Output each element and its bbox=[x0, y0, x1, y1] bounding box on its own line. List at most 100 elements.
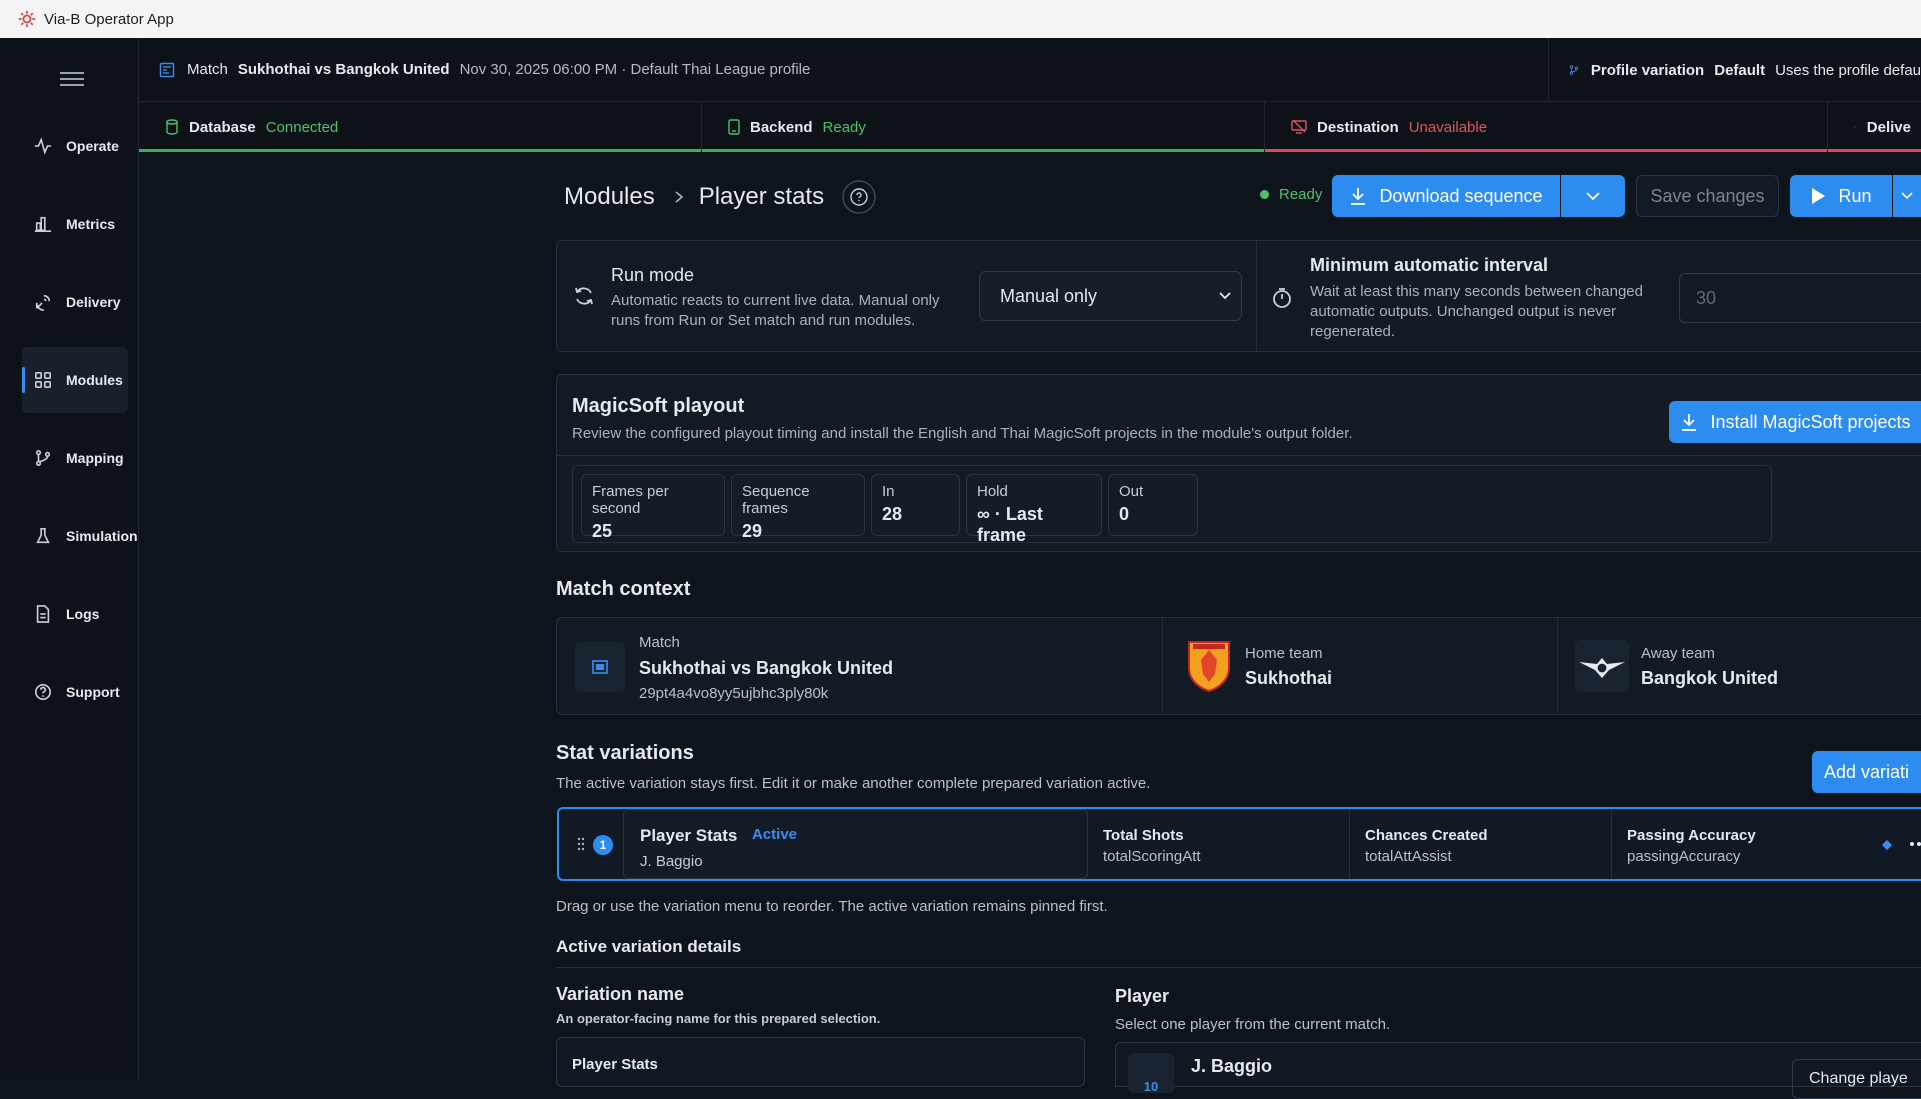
branch-icon bbox=[35, 449, 51, 467]
sidebar-item-label: Support bbox=[66, 684, 120, 700]
stat-key: totalAttAssist bbox=[1365, 848, 1452, 865]
add-variation-button[interactable]: Add variati bbox=[1812, 751, 1921, 793]
grid-icon bbox=[34, 371, 52, 389]
status-destination: Destination Unavailable bbox=[1265, 102, 1828, 152]
interval-input[interactable]: 30 bbox=[1679, 273, 1921, 323]
status-label: Delive bbox=[1866, 118, 1911, 136]
match-name: Sukhothai vs Bangkok United bbox=[237, 61, 450, 78]
window-title-bar: Via-B Operator App bbox=[0, 0, 1921, 38]
install-magicsoft-label: Install MagicSoft projects bbox=[1710, 411, 1911, 432]
sidebar-item-label: Metrics bbox=[66, 216, 116, 232]
download-options-button[interactable] bbox=[1561, 175, 1625, 217]
sidebar-item-label: Simulation bbox=[66, 528, 138, 544]
tile-label: Out bbox=[1119, 483, 1144, 500]
help-icon[interactable] bbox=[842, 180, 876, 214]
tile-label: Hold bbox=[977, 483, 1008, 500]
profile-variation[interactable]: Profile variation Default Uses the profi… bbox=[1548, 38, 1921, 102]
download-icon bbox=[1351, 188, 1366, 205]
sidebar-item-label: Operate bbox=[66, 138, 119, 154]
player-name: J. Baggio bbox=[1191, 1056, 1273, 1076]
magicsoft-card: MagicSoft playout Review the configured … bbox=[556, 374, 1921, 552]
player-label: Player bbox=[1115, 986, 1170, 1006]
stopwatch-icon bbox=[1273, 288, 1291, 308]
ready-label: Ready bbox=[1279, 186, 1323, 203]
sidebar-item-support[interactable]: Support bbox=[22, 659, 128, 725]
active-badge: Active bbox=[752, 826, 798, 843]
interval-desc: Wait at least this many seconds between … bbox=[1310, 283, 1643, 340]
tile-value: 29 bbox=[742, 521, 763, 541]
ready-dot-icon bbox=[1260, 190, 1269, 199]
status-line bbox=[139, 149, 701, 152]
run-mode-title: Run mode bbox=[611, 265, 695, 285]
more-menu-icon[interactable] bbox=[1909, 841, 1921, 847]
change-player-button[interactable]: Change playe bbox=[1792, 1059, 1921, 1099]
profile-label: Profile variation bbox=[1590, 61, 1705, 79]
bangkok-united-crest-icon bbox=[1575, 640, 1629, 692]
save-changes-button[interactable]: Save changes bbox=[1636, 175, 1779, 217]
status-line bbox=[1828, 149, 1921, 152]
flask-icon bbox=[36, 527, 50, 544]
calendar-icon bbox=[159, 62, 175, 77]
variation-name-label: Variation name bbox=[556, 984, 685, 1004]
run-mode-card: Run mode Automatic reacts to current liv… bbox=[556, 240, 1921, 352]
breadcrumb: Modules Player stats bbox=[564, 180, 876, 214]
pulse-icon bbox=[34, 137, 52, 155]
match-id: 29pt4a4vo8yy5ujbhc3ply80k bbox=[639, 685, 829, 702]
status-label: Database bbox=[189, 118, 256, 136]
variation-name-value: Player Stats bbox=[572, 1056, 658, 1073]
sidebar-item-delivery[interactable]: Delivery bbox=[22, 269, 128, 335]
stat-title: Chances Created bbox=[1365, 827, 1488, 844]
variation-player: J. Baggio bbox=[640, 853, 703, 870]
divider bbox=[556, 967, 1921, 968]
sidebar-item-metrics[interactable]: Metrics bbox=[22, 191, 128, 257]
sidebar-item-mapping[interactable]: Mapping bbox=[22, 425, 128, 491]
drag-handle-icon[interactable] bbox=[577, 837, 585, 851]
download-sequence-button[interactable]: Download sequence bbox=[1332, 175, 1560, 217]
match-label: Match bbox=[187, 61, 228, 78]
change-player-label: Change playe bbox=[1809, 1070, 1908, 1087]
page-title: Player stats bbox=[698, 183, 825, 210]
sidebar-item-logs[interactable]: Logs bbox=[22, 581, 128, 647]
sidebar-item-modules[interactable]: Modules bbox=[22, 347, 128, 413]
timing-tiles: Frames per second 25 Sequence frames 29 … bbox=[572, 465, 1772, 545]
reorder-hint: Drag or use the variation menu to reorde… bbox=[556, 898, 1108, 915]
satellite-dish-icon bbox=[1854, 125, 1857, 129]
download-sequence-label: Download sequence bbox=[1379, 185, 1543, 206]
tile-out: Out 0 bbox=[1108, 474, 1198, 536]
chevron-down-icon bbox=[1901, 192, 1913, 200]
match-icon bbox=[575, 642, 625, 692]
tile-value: 0 bbox=[1119, 504, 1130, 524]
tile-fps: Frames per second 25 bbox=[581, 474, 725, 541]
status-value: Connected bbox=[265, 118, 339, 136]
run-options-button[interactable] bbox=[1893, 175, 1921, 217]
match-meta: Nov 30, 2025 06:00 PM · Default Thai Lea… bbox=[459, 61, 811, 78]
chevron-right-icon bbox=[675, 191, 683, 203]
sidebar-item-operate[interactable]: Operate bbox=[22, 113, 128, 179]
run-mode-select[interactable]: Manual only bbox=[979, 271, 1242, 321]
home-label: Home team bbox=[1245, 645, 1323, 662]
install-magicsoft-button[interactable]: Install MagicSoft projects bbox=[1669, 401, 1921, 443]
run-button[interactable]: Run bbox=[1790, 175, 1892, 217]
sidebar-item-simulation[interactable]: Simulation bbox=[22, 503, 138, 569]
satellite-dish-icon bbox=[35, 294, 51, 311]
match-name: Sukhothai vs Bangkok United bbox=[639, 658, 894, 678]
device-icon bbox=[728, 119, 740, 135]
stat-key: passingAccuracy bbox=[1627, 848, 1741, 865]
player-help: Select one player from the current match… bbox=[1115, 1016, 1391, 1033]
run-mode-desc: Automatic reacts to current live data. M… bbox=[611, 292, 940, 329]
variation-name-cell: Player Stats Active J. Baggio bbox=[623, 809, 1088, 879]
profile-value: Default bbox=[1714, 61, 1766, 79]
tile-label: Sequence frames bbox=[742, 483, 810, 517]
variation-row[interactable]: 1 Player Stats Active J. Baggio Total Sh… bbox=[557, 807, 1921, 881]
sidebar-item-label: Mapping bbox=[66, 450, 124, 466]
away-name: Bangkok United bbox=[1641, 668, 1779, 688]
window-title: Via-B Operator App bbox=[44, 10, 174, 28]
breadcrumb-root[interactable]: Modules bbox=[564, 183, 655, 211]
branch-icon bbox=[1569, 65, 1579, 75]
menu-toggle-icon[interactable] bbox=[60, 68, 84, 88]
status-value: Ready bbox=[822, 118, 866, 136]
variation-index: 1 bbox=[593, 835, 613, 855]
sidebar-item-label: Modules bbox=[66, 372, 123, 388]
profile-desc: Uses the profile defau bbox=[1775, 61, 1921, 79]
add-variation-label: Add variati bbox=[1823, 761, 1910, 782]
